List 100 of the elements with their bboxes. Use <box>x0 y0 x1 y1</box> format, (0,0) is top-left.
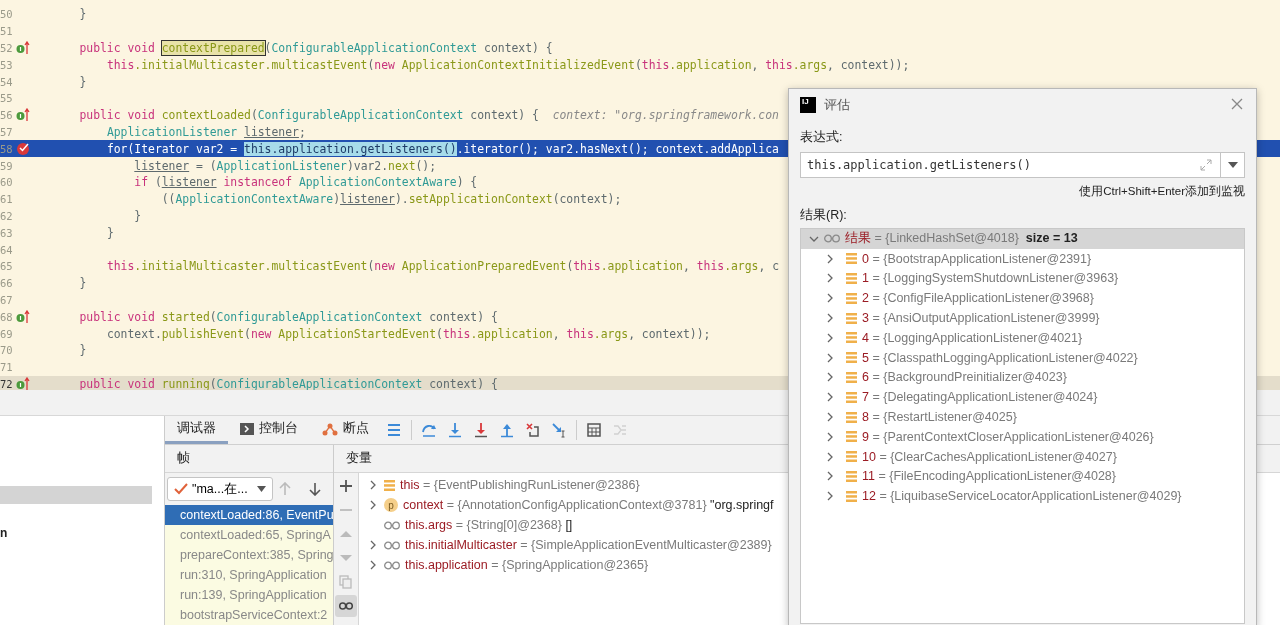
result-item[interactable]: 7 = {DelegatingApplicationListener@4024} <box>862 390 1098 405</box>
list-icon <box>846 391 857 403</box>
chevron-right-icon[interactable] <box>825 293 835 304</box>
tree-row[interactable]: 结果 = {LinkedHashSet@4018} size = 13 <box>801 229 1244 249</box>
chevron-right-icon[interactable] <box>825 372 835 383</box>
line-number: 61 <box>0 193 14 206</box>
parameter-icon: p <box>384 498 398 512</box>
code-line: this.initialMulticaster.multicastEvent(new ApplicationContextInitializedEvent(this.application, this.args, context)); <box>105 57 910 72</box>
line-number: 59 <box>0 159 14 172</box>
result-item[interactable]: 11 = {FileEncodingApplicationListener@4028} <box>862 469 1116 484</box>
line-number: 50 <box>0 8 14 21</box>
chevron-right-icon[interactable] <box>825 332 835 343</box>
glasses-icon[interactable] <box>335 595 357 617</box>
line-number: 71 <box>0 361 14 374</box>
variable-value: this.args = {String[0]@2368} [] <box>405 518 573 532</box>
chevron-right-icon[interactable] <box>825 313 835 324</box>
code-line: this.initialMulticaster.multicastEvent(new ApplicationPreparedEvent(this.application, this.args, c <box>105 259 779 274</box>
panel-header: 帧 <box>177 450 190 467</box>
chevron-right-icon[interactable] <box>825 352 835 363</box>
variable-value: this.application = {SpringApplication@2365} <box>405 558 649 572</box>
chevron-right-icon[interactable] <box>825 431 835 442</box>
shortcut-hint: 使用Ctrl+Shift+Enter添加到监视 <box>1078 184 1245 199</box>
list-icon <box>846 371 857 383</box>
debugger-tab[interactable]: 断点 <box>310 416 381 444</box>
result-item[interactable]: 4 = {LoggingApplicationListener@4021} <box>862 330 1083 345</box>
code-line: public void contextLoaded(ConfigurableApplicationContext context) { context: "org.springframework.con <box>78 108 779 123</box>
override-icon[interactable] <box>16 41 30 55</box>
result-value: 结果 = {LinkedHashSet@4018} size = 13 <box>845 230 1078 248</box>
override-icon[interactable] <box>16 376 30 390</box>
line-number: 63 <box>0 226 14 239</box>
result-item[interactable]: 8 = {RestartListener@4025} <box>862 410 1017 425</box>
result-item[interactable]: 12 = {LiquibaseServiceLocatorApplicationListener@4029} <box>862 489 1182 504</box>
list-icon <box>846 312 857 324</box>
chevron-right-icon[interactable] <box>825 471 835 482</box>
code-line: public void started(ConfigurableApplicationContext context) { <box>78 309 498 324</box>
chevron-right-icon[interactable] <box>825 451 835 462</box>
list-icon <box>384 479 395 491</box>
list-icon <box>846 352 857 364</box>
override-icon[interactable] <box>16 108 30 123</box>
code-line: } <box>78 7 87 22</box>
code-line: context.publishEvent(new ApplicationStartedEvent(this.application, this.args, context)); <box>105 326 711 341</box>
line-number: 57 <box>0 125 14 138</box>
code-line: public void contextPrepared(ConfigurableApplicationContext context) { <box>78 41 553 55</box>
list-icon <box>846 411 857 423</box>
line-number: 53 <box>0 58 14 71</box>
stack-frame[interactable]: prepareContext:385, Spring <box>165 545 333 565</box>
stack-frame[interactable]: run:310, SpringApplication <box>165 565 333 585</box>
breakpoint-icon[interactable] <box>16 141 31 157</box>
line-number: 54 <box>0 75 14 88</box>
code-line: } <box>78 74 87 89</box>
debugger-tab[interactable]: 控制台 <box>228 416 310 444</box>
result-item[interactable]: 10 = {ClearCachesApplicationListener@4027} <box>862 449 1117 464</box>
field-label: 结果(R): <box>800 207 848 224</box>
code-line: listener = (ApplicationListener)var2.next(); <box>133 158 437 173</box>
override-icon[interactable] <box>16 309 30 324</box>
list-icon <box>846 451 857 463</box>
result-item[interactable]: 9 = {ParentContextCloserApplicationListener@4026} <box>862 429 1154 444</box>
line-number: 67 <box>0 293 14 306</box>
arrow-down-icon[interactable] <box>309 482 321 496</box>
glasses-icon <box>384 520 400 530</box>
result-item[interactable]: 6 = {BackgroundPreinitializer@4023} <box>862 370 1067 385</box>
check-icon <box>174 483 188 495</box>
stack-frame[interactable]: contextLoaded:65, SpringA <box>165 525 333 545</box>
line-number: 51 <box>0 25 14 38</box>
field-label: 表达式: <box>800 129 844 146</box>
result-item[interactable]: 1 = {LoggingSystemShutdownListener@3963} <box>862 271 1119 286</box>
chevron-right-icon[interactable] <box>825 491 835 502</box>
line-number: 58 <box>0 142 14 155</box>
list-icon <box>846 273 857 284</box>
chevron-right-icon[interactable] <box>825 392 835 403</box>
caret-icon <box>257 486 266 492</box>
variable-value: context = {AnnotationConfigApplicationContext@3781} "org.springf <box>403 498 774 512</box>
list-icon <box>846 292 857 304</box>
line-number: 60 <box>0 176 14 189</box>
chevron-right-icon[interactable] <box>825 253 835 264</box>
stack-frame[interactable]: run:139, SpringApplication <box>165 585 333 605</box>
glasses-icon <box>824 234 840 244</box>
chevron-right-icon[interactable] <box>825 273 835 284</box>
breakpoints-icon <box>322 421 338 436</box>
thread-dropdown[interactable]: "ma...在... <box>167 477 273 501</box>
variable-value: this.initialMulticaster = {SimpleApplicationEventMulticaster@2389} <box>405 538 772 552</box>
line-number: 66 <box>0 277 14 290</box>
result-item[interactable]: 0 = {BootstrapApplicationListener@2391} <box>862 251 1092 266</box>
line-number: 69 <box>0 327 14 340</box>
chevron-right-icon[interactable] <box>825 412 835 423</box>
panel-header: 变量 <box>346 450 372 467</box>
line-number: 56 <box>0 109 14 122</box>
line-number: 72 <box>0 377 14 390</box>
result-item[interactable]: 2 = {ConfigFileApplicationListener@3968} <box>862 291 1094 306</box>
stack-frame[interactable]: contextLoaded:86, EventPu <box>165 505 333 525</box>
app-logo: IJ <box>800 97 816 113</box>
line-number: 55 <box>0 92 14 105</box>
code-line: } <box>78 276 87 291</box>
stack-frame[interactable]: bootstrapServiceContext:2 <box>165 605 333 625</box>
code-line: } <box>105 225 114 240</box>
text-fragment: n <box>0 526 9 540</box>
code-line: } <box>78 343 87 358</box>
result-item[interactable]: 3 = {AnsiOutputApplicationListener@3999} <box>862 311 1100 326</box>
code-line: ((ApplicationContextAware)listener).setApplicationContext(context); <box>160 192 622 207</box>
result-item[interactable]: 5 = {ClasspathLoggingApplicationListener@4022} <box>862 350 1138 365</box>
